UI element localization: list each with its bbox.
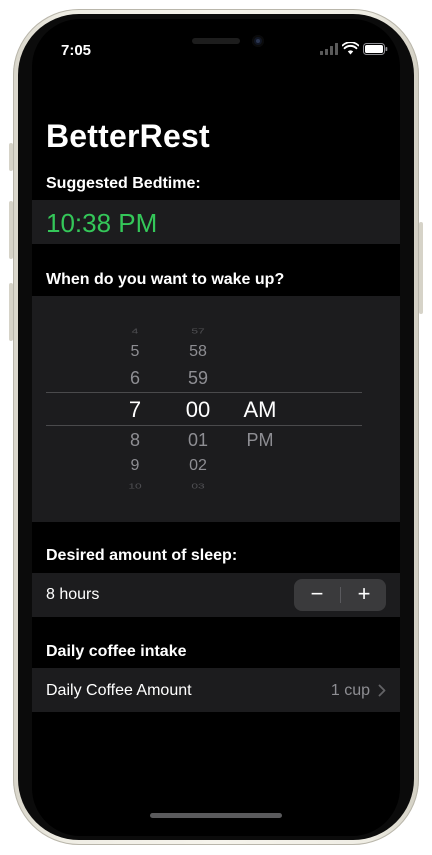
volume-up-button	[9, 201, 13, 259]
minute-selected[interactable]: 00	[168, 397, 228, 423]
period-selected[interactable]: AM	[230, 397, 290, 423]
period-item[interactable]: PM	[230, 430, 290, 451]
sleep-stepper[interactable]: − +	[294, 579, 386, 611]
side-button	[9, 143, 13, 171]
bedtime-row: 10:38 PM	[32, 200, 400, 244]
hour-item[interactable]: 10	[105, 482, 165, 490]
coffee-row-label: Daily Coffee Amount	[46, 682, 192, 699]
hour-item[interactable]: 6	[105, 368, 165, 389]
picker-selection-top	[46, 392, 362, 393]
minute-item[interactable]: 02	[168, 457, 228, 475]
bedtime-label: Suggested Bedtime:	[46, 175, 201, 192]
sleep-label: Desired amount of sleep:	[46, 547, 238, 564]
wake-label: When do you want to wake up?	[46, 271, 285, 288]
hour-item[interactable]: 5	[105, 343, 165, 361]
hour-item[interactable]: 8	[105, 430, 165, 451]
coffee-value: 1 cup	[330, 682, 370, 699]
coffee-amount-row[interactable]: Daily Coffee Amount 1 cup	[32, 668, 400, 712]
minute-item[interactable]: 57	[168, 327, 228, 335]
hour-selected[interactable]: 7	[105, 397, 165, 423]
app-title: BetterRest	[46, 118, 210, 154]
volume-down-button	[9, 283, 13, 341]
signal-icon	[320, 43, 338, 55]
minute-item[interactable]: 03	[168, 482, 228, 490]
hour-item[interactable]: 9	[105, 457, 165, 475]
wake-time-picker[interactable]: 4 5 6 7 8 9 10 57 58 59 00 01 02 03 AM P…	[32, 296, 400, 522]
sleep-row: 8 hours − +	[32, 573, 400, 617]
home-indicator[interactable]	[150, 813, 282, 818]
picker-selection-bottom	[46, 425, 362, 426]
speaker-grille	[192, 38, 240, 44]
coffee-section-label: Daily coffee intake	[46, 643, 187, 660]
increment-button[interactable]: +	[341, 579, 387, 611]
front-camera	[252, 35, 264, 47]
chevron-right-icon	[378, 684, 386, 697]
wifi-icon	[342, 42, 359, 55]
hour-item[interactable]: 4	[105, 327, 165, 335]
minute-item[interactable]: 59	[168, 368, 228, 389]
minute-item[interactable]: 58	[168, 343, 228, 361]
minute-item[interactable]: 01	[168, 430, 228, 451]
bedtime-value: 10:38 PM	[46, 208, 158, 238]
sleep-value: 8 hours	[46, 586, 100, 603]
decrement-button[interactable]: −	[294, 579, 340, 611]
battery-icon	[363, 43, 388, 55]
status-time: 7:05	[61, 42, 92, 59]
power-button	[419, 222, 423, 314]
